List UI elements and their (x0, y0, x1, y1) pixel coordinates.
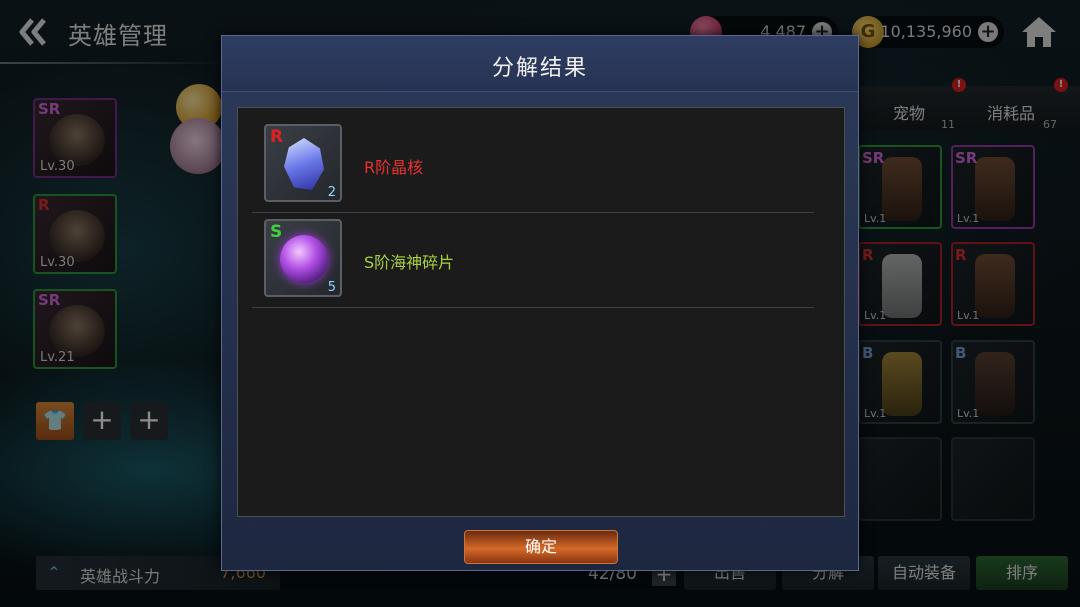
item-rarity-badge: R (270, 127, 284, 147)
dialog-header: 分解结果 (222, 36, 858, 92)
confirm-button[interactable]: 确定 (464, 530, 618, 564)
item-name: R阶晶核 (364, 158, 424, 177)
item-quantity: 5 (327, 280, 336, 295)
dialog-title: 分解结果 (491, 56, 588, 81)
decompose-result-dialog: 分解结果 R 2 R阶晶核 S 5 S阶海神碎片 确定 (221, 35, 859, 571)
result-list: R 2 R阶晶核 S 5 S阶海神碎片 (237, 107, 845, 517)
item-name: S阶海神碎片 (364, 253, 455, 272)
item-icon-frame[interactable]: R 2 (264, 124, 342, 202)
item-quantity: 2 (327, 185, 336, 200)
result-item-row: R 2 R阶晶核 (252, 118, 814, 213)
item-rarity-badge: S (270, 222, 283, 242)
neptune-fragment-icon (280, 235, 328, 283)
item-icon-frame[interactable]: S 5 (264, 219, 342, 297)
crystal-core-icon (284, 138, 324, 190)
result-item-row: S 5 S阶海神碎片 (252, 213, 814, 308)
